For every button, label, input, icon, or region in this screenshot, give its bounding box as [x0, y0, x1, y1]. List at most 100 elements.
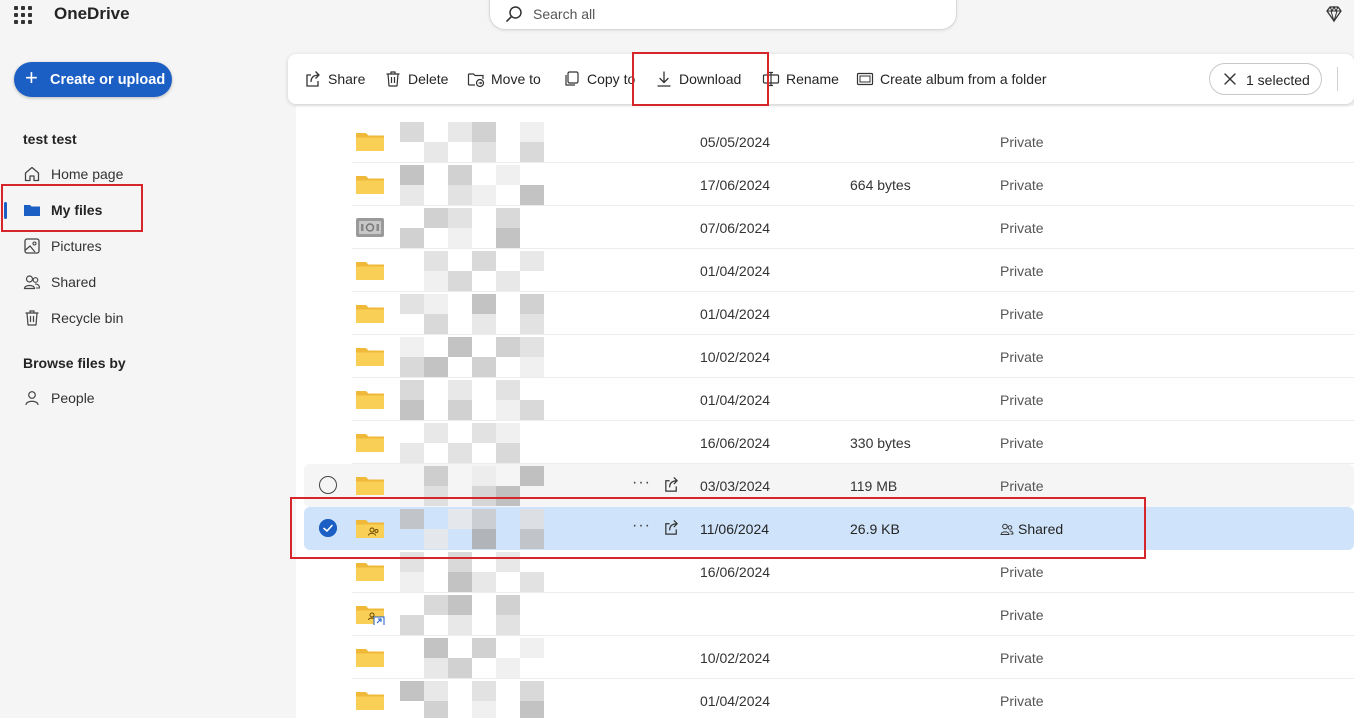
command-bar: Share Delete Move to Copy to Download Re… [288, 54, 1354, 104]
file-name-redacted[interactable] [400, 423, 550, 463]
sharing-status: Private [1000, 607, 1044, 623]
row-select-checkbox[interactable] [319, 476, 337, 494]
folder-icon [356, 348, 384, 366]
annotation-box-my-files [1, 184, 143, 232]
folder-icon [356, 133, 384, 151]
move-to-button[interactable]: Move to [467, 54, 547, 104]
sharing-status: Private [1000, 650, 1044, 666]
premium-diamond-icon[interactable] [1325, 5, 1343, 23]
search-box[interactable]: Search all [489, 0, 957, 30]
table-row[interactable]: 10/02/2024 Private [304, 335, 1354, 378]
sharing-status: Private [1000, 177, 1044, 193]
sharing-status: Private [1000, 693, 1044, 709]
file-name-redacted[interactable] [400, 208, 550, 248]
shared-folder-shortcut-icon [356, 606, 385, 625]
modified-date: 01/04/2024 [700, 392, 771, 408]
trash-icon [25, 310, 39, 326]
move-to-label: Move to [491, 71, 541, 87]
modified-date: 17/06/2024 [700, 177, 771, 193]
modified-date: 01/04/2024 [700, 306, 771, 322]
folder-icon [356, 391, 384, 409]
more-actions-button[interactable]: ··· [632, 474, 651, 492]
folder-icon [356, 434, 384, 452]
sidebar-item-people[interactable]: People [0, 382, 290, 414]
sidebar-item-label: Pictures [51, 238, 102, 254]
modified-date: 03/03/2024 [700, 478, 771, 494]
search-input[interactable]: Search all [533, 6, 595, 22]
person-icon [25, 391, 39, 406]
vault-icon [356, 218, 384, 237]
sharing-status: Private [1000, 349, 1044, 365]
top-bar: OneDrive Search all [0, 0, 1354, 36]
modified-date: 16/06/2024 [700, 435, 771, 451]
file-name-redacted[interactable] [400, 122, 550, 162]
people-icon [23, 275, 41, 290]
sidebar-item-label: Shared [51, 274, 97, 290]
modified-date: 05/05/2024 [700, 134, 771, 150]
modified-date: 01/04/2024 [700, 263, 771, 279]
plus-icon: + [25, 65, 38, 90]
account-name: test test [23, 131, 77, 147]
share-button[interactable]: Share [304, 54, 366, 104]
table-row[interactable]: 10/02/2024 Private [304, 636, 1354, 679]
folder-icon [356, 262, 384, 280]
file-name-redacted[interactable] [400, 595, 550, 635]
sidebar-item-label: Recycle bin [51, 310, 124, 326]
modified-date: 07/06/2024 [700, 220, 771, 236]
delete-button[interactable]: Delete [384, 54, 450, 104]
table-row[interactable]: 01/04/2024 Private [304, 378, 1354, 421]
file-name-redacted[interactable] [400, 380, 550, 420]
sidebar-item-shared[interactable]: Shared [0, 266, 290, 298]
file-name-redacted[interactable] [400, 294, 550, 334]
file-name-redacted[interactable] [400, 165, 550, 205]
clear-selection-button[interactable]: 1 selected [1209, 63, 1322, 95]
copy-icon [565, 71, 579, 86]
file-size: 330 bytes [850, 435, 911, 451]
copy-to-button[interactable]: Copy to [563, 54, 638, 104]
table-row[interactable]: 01/04/2024 Private [304, 292, 1354, 335]
sharing-status: Private [1000, 134, 1044, 150]
table-row[interactable]: 05/05/2024 Private [304, 120, 1354, 163]
toolbar-divider [1337, 67, 1338, 91]
file-name-redacted[interactable] [400, 681, 550, 718]
sharing-status: Private [1000, 564, 1044, 580]
app-launcher-icon[interactable] [14, 6, 32, 24]
sidebar-item-recycle-bin[interactable]: Recycle bin [0, 302, 290, 334]
table-row[interactable]: Private [304, 593, 1354, 636]
album-icon [856, 72, 874, 86]
share-icon [306, 71, 320, 87]
rename-label: Rename [786, 71, 839, 87]
rename-button[interactable]: Rename [762, 54, 840, 104]
app-title[interactable]: OneDrive [54, 4, 130, 24]
sidebar-item-label: Home page [51, 166, 124, 182]
delete-label: Delete [408, 71, 449, 87]
file-size: 664 bytes [850, 177, 911, 193]
folder-icon [356, 692, 384, 710]
file-size: 119 MB [850, 478, 898, 494]
annotation-box-selected-row [290, 497, 1146, 559]
create-album-button[interactable]: Create album from a folder [856, 54, 1051, 104]
table-row[interactable]: 07/06/2024 Private [304, 206, 1354, 249]
table-row[interactable]: 01/04/2024 Private [304, 249, 1354, 292]
sidebar-item-pictures[interactable]: Pictures [0, 230, 290, 262]
sharing-status: Private [1000, 435, 1044, 451]
table-row[interactable]: 17/06/2024 664 bytes Private [304, 163, 1354, 206]
share-icon[interactable] [663, 476, 680, 493]
table-row[interactable]: 16/06/2024 330 bytes Private [304, 421, 1354, 464]
folder-icon [356, 649, 384, 667]
sharing-status: Private [1000, 392, 1044, 408]
home-icon [24, 166, 40, 182]
file-name-redacted[interactable] [400, 638, 550, 678]
table-row[interactable]: 01/04/2024 Private [304, 679, 1354, 718]
selected-count: 1 selected [1246, 72, 1310, 88]
create-or-upload-button[interactable]: + Create or upload [14, 62, 172, 97]
modified-date: 01/04/2024 [700, 693, 771, 709]
browse-files-heading: Browse files by [23, 355, 126, 371]
sharing-status: Private [1000, 478, 1044, 494]
create-album-label: Create album from a folder [880, 71, 1047, 87]
folder-icon [356, 176, 384, 194]
folder-icon [356, 305, 384, 323]
create-or-upload-label: Create or upload [50, 72, 166, 88]
file-name-redacted[interactable] [400, 337, 550, 377]
file-name-redacted[interactable] [400, 251, 550, 291]
